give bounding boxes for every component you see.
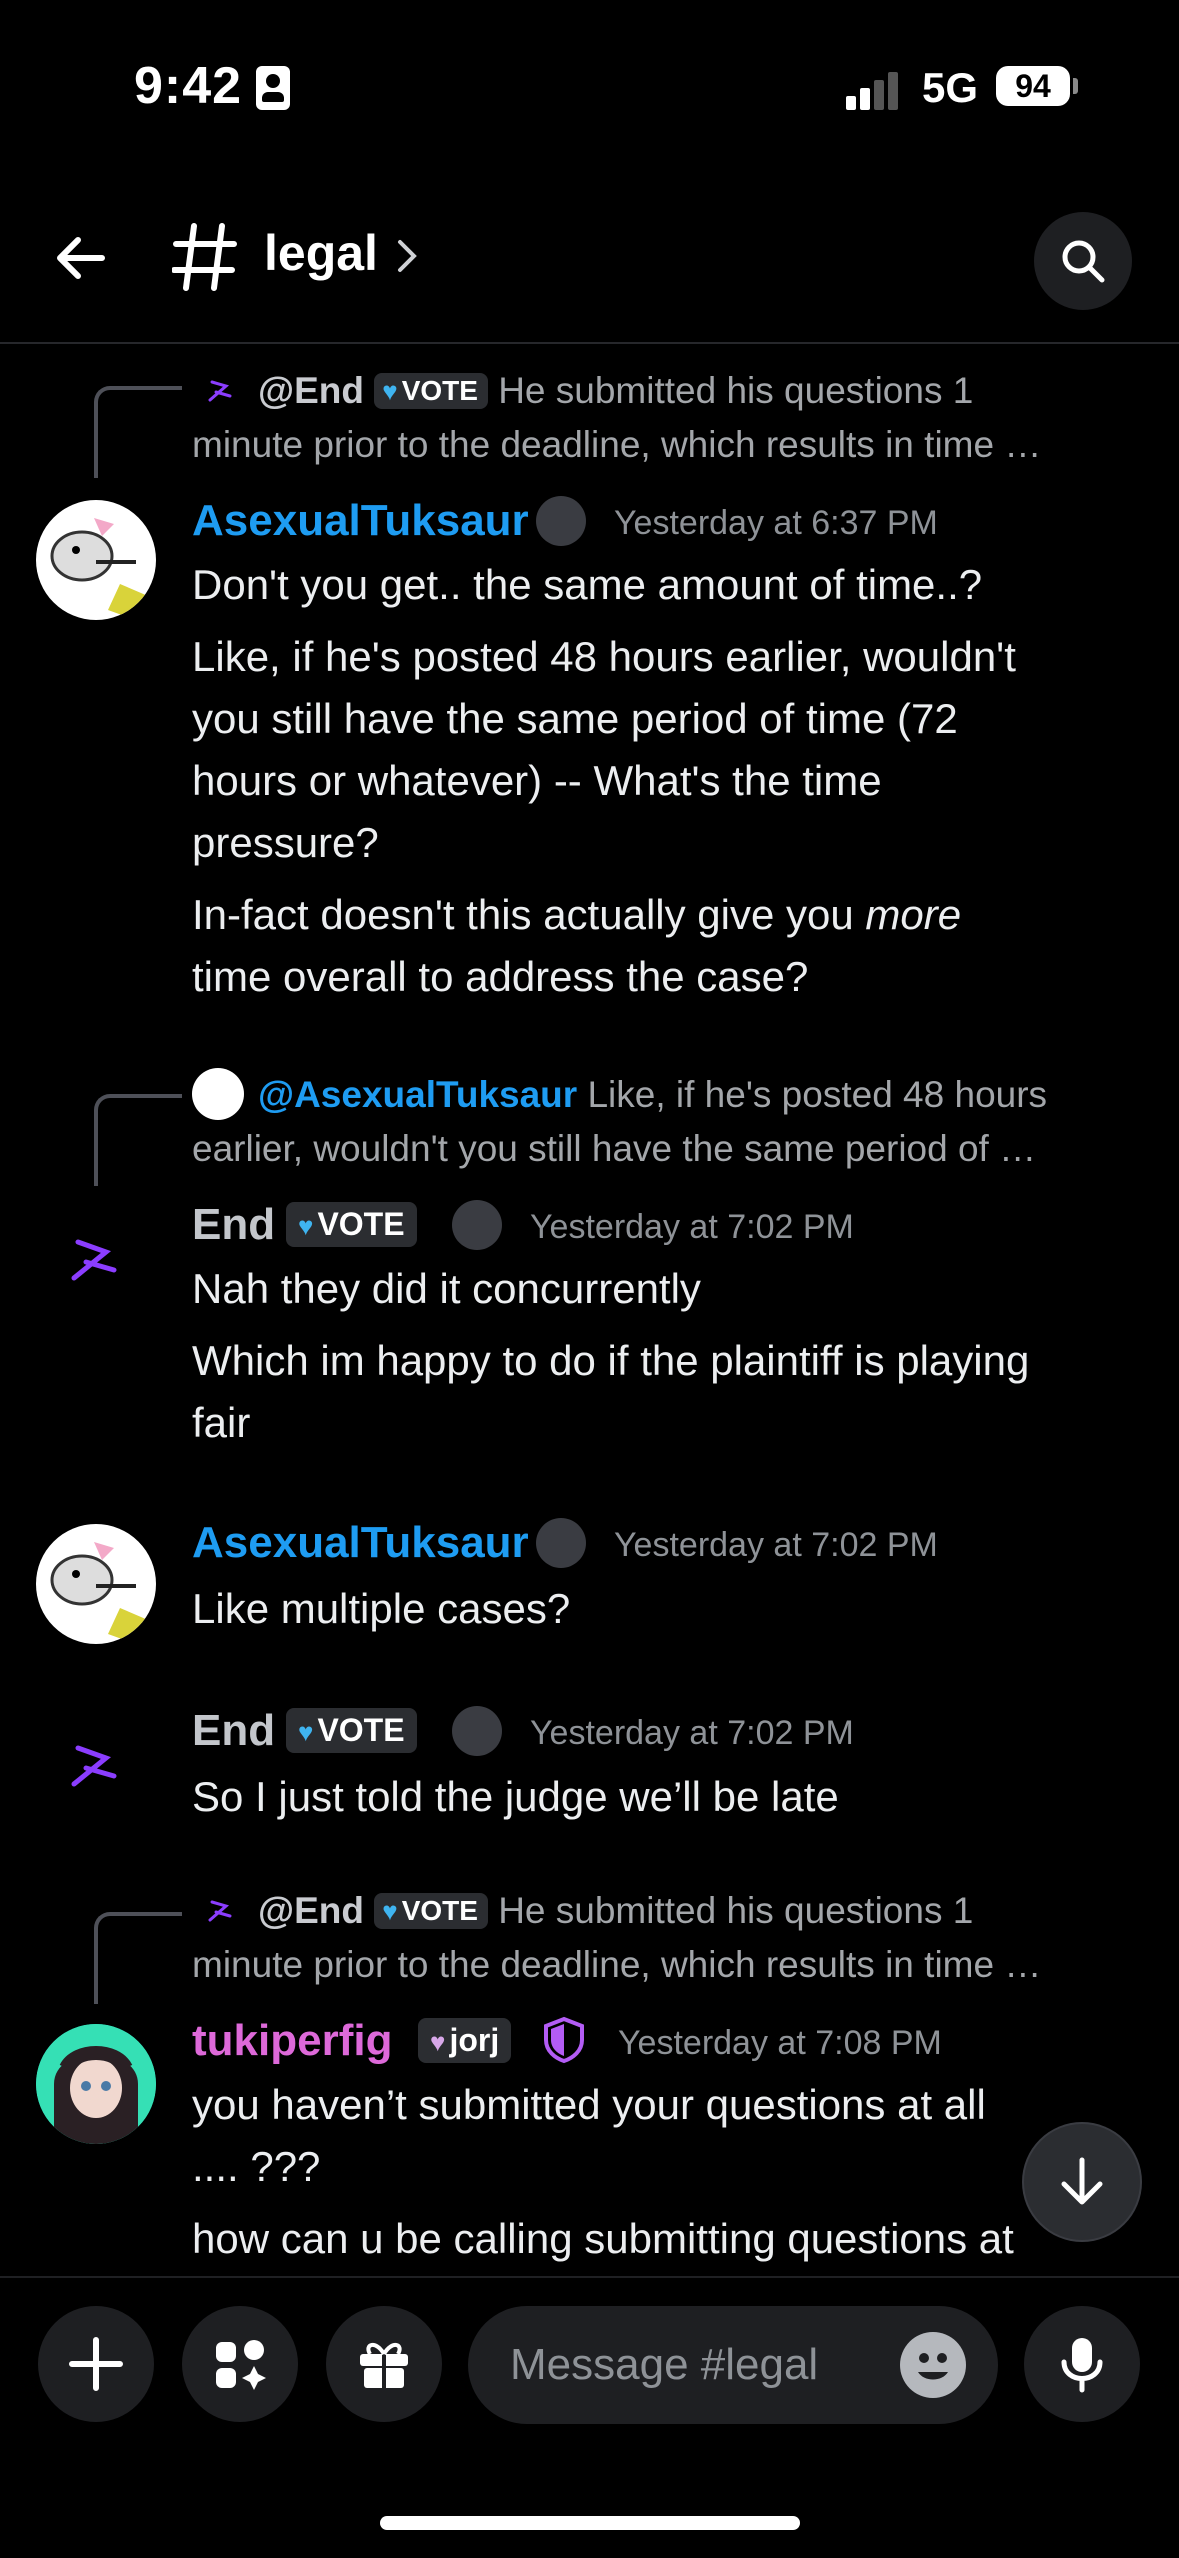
vote-tag: ♥ VOTE — [374, 1893, 488, 1929]
timestamp: Yesterday at 7:08 PM — [618, 2024, 942, 2062]
book-badge-icon — [536, 1518, 586, 1568]
chevron-right-icon[interactable] — [396, 236, 418, 276]
message-input-placeholder: Message #legal — [510, 2340, 819, 2389]
capitol-badge-icon — [452, 1706, 502, 1756]
reply-preview[interactable]: @End ♥ VOTE He submitted his questions 1 — [258, 370, 1138, 412]
reply-preview[interactable]: @End ♥ VOTE He submitted his questions 1 — [258, 1890, 1138, 1932]
timestamp: Yesterday at 6:37 PM — [614, 504, 938, 542]
author-name[interactable]: tukiperfig — [192, 2016, 392, 2066]
capitol-badge-icon — [452, 1200, 502, 1250]
gift-icon — [360, 2343, 408, 2388]
reply-preview-line2[interactable]: minute prior to the deadline, which resu… — [192, 424, 1132, 466]
reply-preview[interactable]: @AsexualTuksaur Like, if he's posted 48 … — [258, 1074, 1138, 1116]
channel-name[interactable]: legal — [264, 224, 378, 282]
cellular-signal-icon — [846, 70, 906, 110]
search-button[interactable] — [1034, 212, 1132, 310]
message-body: So I just told the judge we’ll be late — [192, 1773, 839, 1820]
reply-connector — [94, 386, 182, 478]
emoji-icon[interactable] — [900, 2332, 966, 2398]
end-avatar-icon[interactable] — [62, 1230, 122, 1290]
jump-to-latest-button[interactable] — [1024, 2124, 1140, 2240]
end-avatar-icon — [202, 1894, 236, 1928]
apps-button[interactable] — [182, 2306, 298, 2422]
battery-level: 94 — [996, 66, 1070, 106]
message-body: Nah they did it concurrently Which im ha… — [192, 1265, 1030, 1446]
channel-hash-icon — [171, 222, 238, 292]
status-time: 9:42 — [134, 57, 243, 115]
plus-icon — [69, 2337, 123, 2391]
arrow-down-icon — [1061, 2157, 1103, 2205]
home-indicator[interactable] — [380, 2516, 800, 2530]
end-avatar-icon[interactable] — [62, 1736, 122, 1796]
vote-tag: ♥ VOTE — [374, 373, 488, 409]
message-body: Like multiple cases? — [192, 1585, 571, 1632]
back-arrow-icon[interactable] — [52, 228, 112, 288]
shield-icon — [542, 2016, 586, 2064]
header-divider — [0, 342, 1179, 344]
book-badge-icon — [536, 496, 586, 546]
vote-tag: ♥ VOTE — [286, 1708, 417, 1753]
contact-card-icon — [256, 66, 290, 110]
apps-icon — [216, 2340, 266, 2390]
reply-preview-line2[interactable]: earlier, wouldn't you still have the sam… — [192, 1128, 1132, 1170]
message-input[interactable]: Message #legal — [468, 2306, 998, 2424]
avatar[interactable] — [36, 1524, 156, 1644]
author-name[interactable]: AsexualTuksaur — [192, 496, 529, 546]
search-icon — [1062, 240, 1105, 283]
author-name[interactable]: End — [192, 1706, 275, 1756]
microphone-icon — [1061, 2338, 1103, 2393]
reply-avatar — [192, 1068, 244, 1120]
add-attachment-button[interactable] — [38, 2306, 154, 2422]
author-name[interactable]: AsexualTuksaur — [192, 1518, 529, 1568]
avatar[interactable] — [36, 500, 156, 620]
reply-connector — [94, 1094, 182, 1186]
vote-tag: ♥ VOTE — [286, 1202, 417, 1247]
message-body: you haven’t submitted your questions at … — [192, 2081, 1014, 2262]
gift-button[interactable] — [326, 2306, 442, 2422]
message-body: Don't you get.. the same amount of time.… — [192, 561, 1016, 1000]
reply-preview-line2[interactable]: minute prior to the deadline, which resu… — [192, 1944, 1132, 1986]
role-tag: ♥ jorj — [418, 2018, 512, 2063]
timestamp: Yesterday at 7:02 PM — [530, 1714, 854, 1752]
reply-connector — [94, 1912, 182, 2004]
network-type: 5G — [922, 64, 979, 111]
battery-tip — [1073, 78, 1078, 94]
avatar[interactable] — [36, 2024, 156, 2144]
timestamp: Yesterday at 7:02 PM — [530, 1208, 854, 1246]
timestamp: Yesterday at 7:02 PM — [614, 1526, 938, 1564]
voice-message-button[interactable] — [1024, 2306, 1140, 2422]
end-avatar-icon — [202, 374, 236, 408]
author-name[interactable]: End — [192, 1200, 275, 1250]
